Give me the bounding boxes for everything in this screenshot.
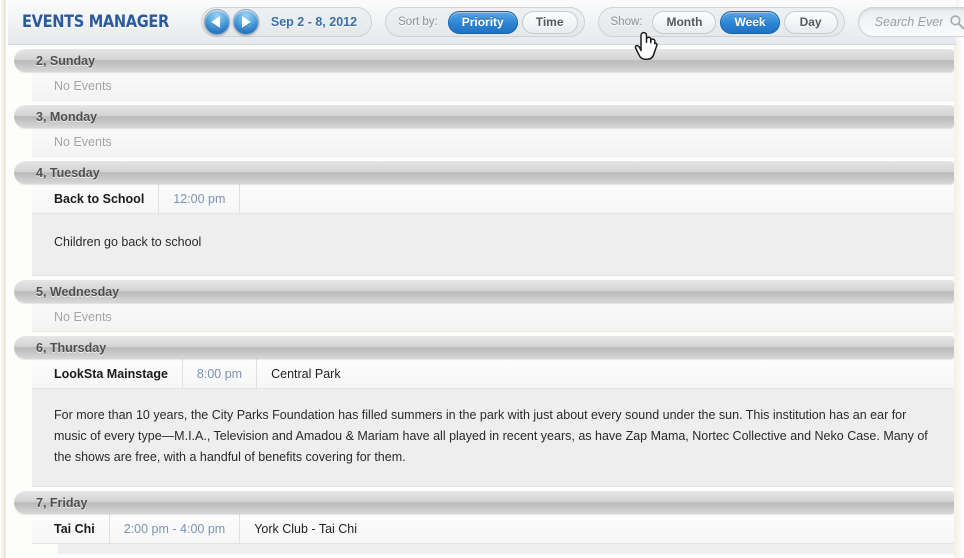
day-header[interactable]: 5, Wednesday (14, 280, 954, 303)
event-summary-row[interactable]: Back to School 12:00 pm (32, 184, 954, 214)
next-week-button[interactable] (232, 9, 259, 35)
event-name: LookSta Mainstage (32, 359, 183, 388)
day-header[interactable]: 6, Thursday (14, 336, 954, 359)
search-input[interactable] (857, 7, 964, 37)
day-header[interactable]: 3, Monday (14, 105, 954, 128)
sort-option-time[interactable]: Time (521, 10, 578, 34)
event-time: 2:00 pm - 4:00 pm (110, 514, 241, 543)
no-events-row: No Events (32, 128, 954, 157)
event-time: 8:00 pm (183, 359, 258, 388)
search-container (857, 7, 964, 37)
event-summary-row[interactable]: Tai Chi 2:00 pm - 4:00 pm York Club - Tai … (32, 514, 954, 544)
event-item[interactable]: Back to School 12:00 pm Children go back t… (32, 184, 954, 276)
triangle-left-icon (211, 16, 221, 28)
event-location (240, 184, 278, 213)
date-navigation-group: Sep 2 - 8, 2012 (200, 7, 373, 37)
day-header[interactable]: 7, Friday (14, 491, 954, 514)
event-description: For more than 10 years, the City Parks F… (32, 389, 954, 487)
event-name: Back to School (32, 184, 160, 213)
day-title: 5, Wednesday (36, 284, 120, 299)
sort-by-group: Sort by: Priority Time (385, 7, 585, 37)
event-time: 12:00 pm (159, 184, 241, 213)
event-item[interactable]: Tai Chi 2:00 pm - 4:00 pm York Club - Tai … (32, 514, 954, 554)
event-description-spacer (58, 544, 954, 554)
previous-week-button[interactable] (203, 9, 230, 35)
event-name: Tai Chi (32, 514, 110, 543)
show-option-month[interactable]: Month (652, 10, 717, 34)
event-summary-row[interactable]: LookSta Mainstage 8:00 pm Central Park (32, 359, 954, 389)
no-events-row: No Events (32, 72, 954, 101)
triangle-right-icon (242, 16, 252, 28)
toolbar: EVENTS MANAGER Sep 2 - 8, 2012 Sort by: … (8, 0, 964, 45)
events-manager-window: EVENTS MANAGER Sep 2 - 8, 2012 Sort by: … (0, 0, 964, 558)
day-header[interactable]: 2, Sunday (14, 49, 954, 72)
event-description: Children go back to school (32, 214, 954, 276)
event-location: Central Park (271, 366, 341, 381)
day-title: 4, Tuesday (36, 165, 100, 180)
no-events-row: No Events (32, 303, 954, 332)
page-left-edge (0, 0, 6, 558)
app-title: EVENTS MANAGER (22, 12, 169, 32)
event-location: York Club - Tai Chi (254, 521, 358, 536)
day-title: 7, Friday (36, 495, 88, 510)
sort-option-priority[interactable]: Priority (447, 10, 518, 34)
event-item[interactable]: LookSta Mainstage 8:00 pm Central Park For … (32, 359, 954, 487)
day-title: 3, Monday (36, 109, 98, 124)
show-label: Show: (610, 16, 643, 28)
show-option-week[interactable]: Week (720, 10, 780, 34)
show-group: Show: Month Week Day (597, 7, 845, 37)
date-range-label: Sep 2 - 8, 2012 (270, 15, 358, 29)
sort-by-label: Sort by: (398, 16, 438, 28)
day-title: 2, Sunday (36, 53, 96, 68)
day-header[interactable]: 4, Tuesday (14, 161, 954, 184)
day-title: 6, Thursday (36, 340, 107, 355)
page-right-edge (954, 0, 964, 558)
show-option-day[interactable]: Day (783, 10, 838, 34)
week-day-list: 2, Sunday No Events 3, Monday No Events 4, T… (6, 49, 954, 554)
